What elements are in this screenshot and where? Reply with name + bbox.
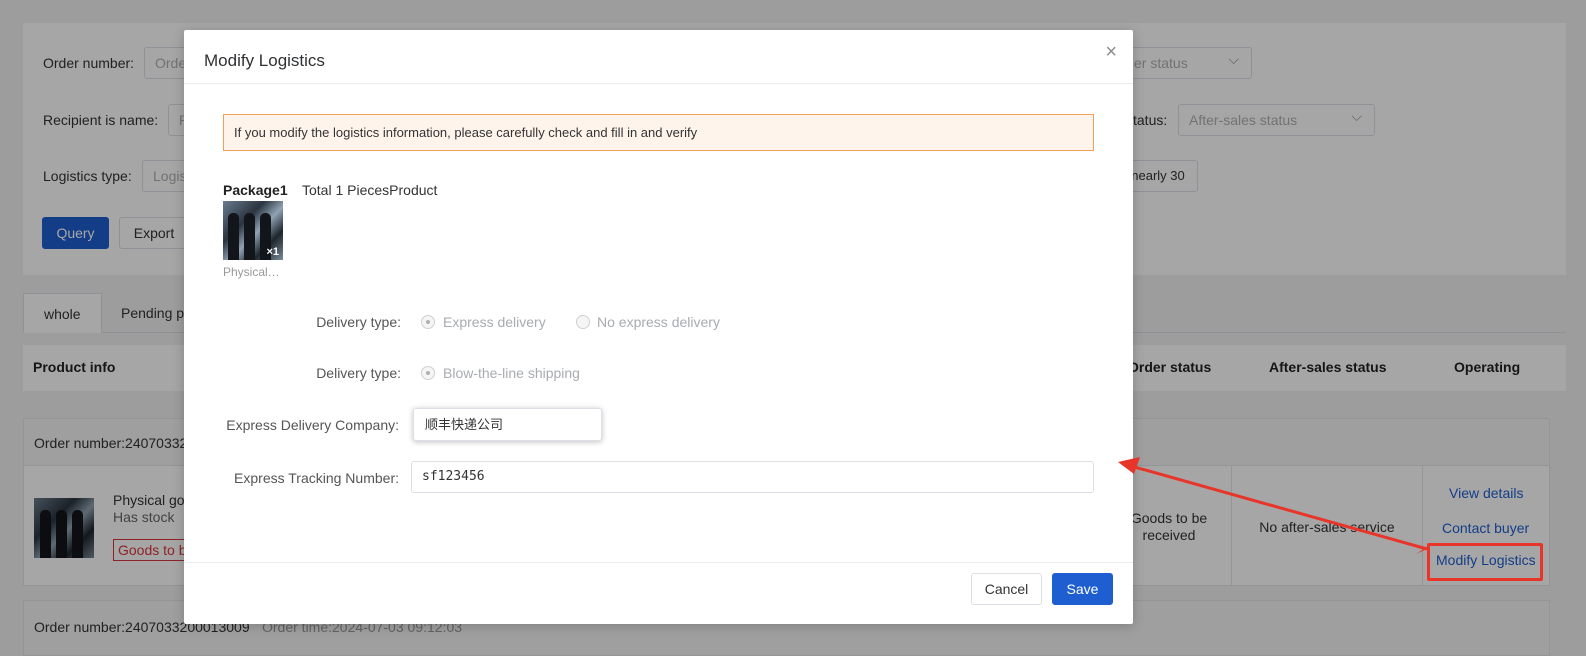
annotation-arrow <box>1118 457 1429 554</box>
